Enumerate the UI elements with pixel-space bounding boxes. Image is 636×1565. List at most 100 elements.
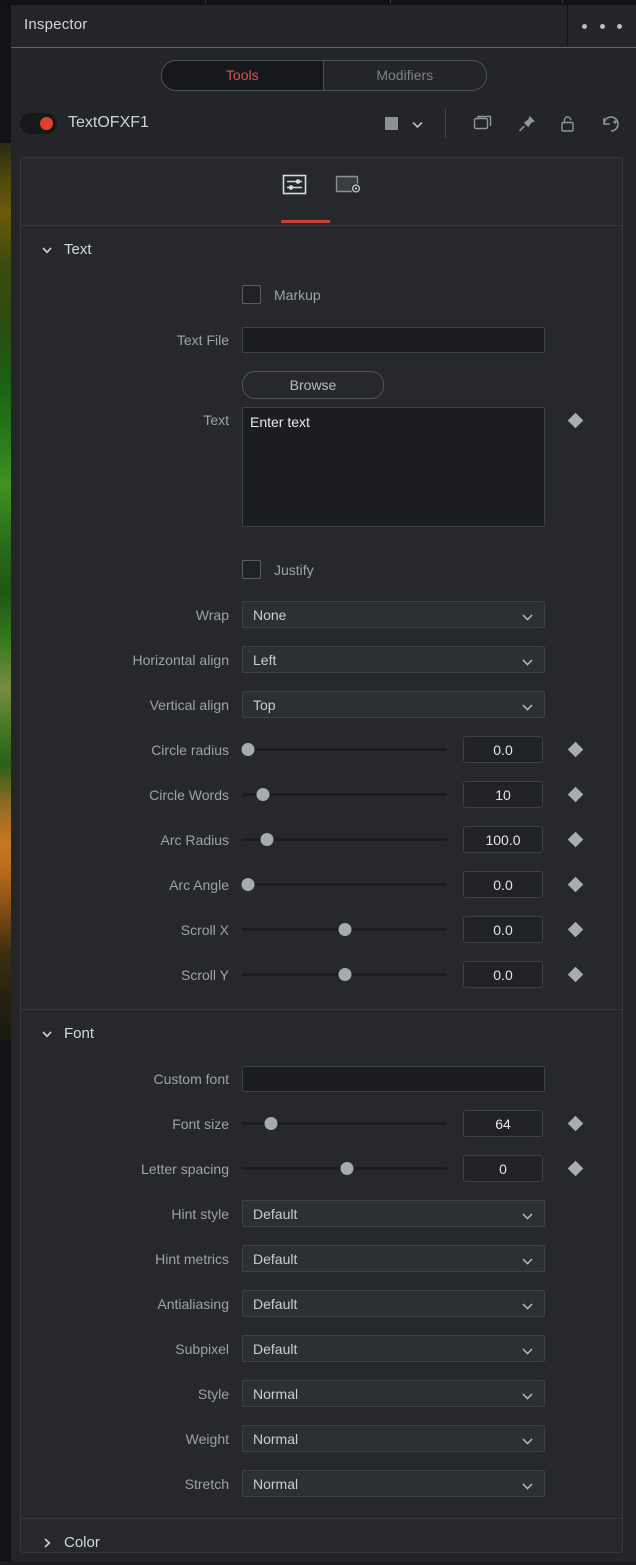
circle-radius-slider[interactable] [241,740,447,760]
arc-radius-slider[interactable] [242,830,447,850]
font-size-value[interactable]: 64 [463,1110,543,1137]
row-antialiasing: Antialiasing Default [21,1281,622,1326]
scroll-y-label: Scroll Y [181,966,229,983]
custom-font-label: Custom font [153,1070,229,1087]
stretch-label: Stretch [184,1475,229,1492]
hint-style-select[interactable]: Default [242,1200,545,1227]
horizontal-align-label: Horizontal align [132,651,230,668]
lock-icon[interactable] [558,114,578,139]
sliders-icon[interactable] [278,171,311,198]
antialiasing-select[interactable]: Default [242,1290,545,1317]
chevron-down-icon [521,1479,534,1497]
section-color: Color [21,1519,622,1565]
node-name: TextOFXF1 [68,114,149,131]
font-size-label: Font size [172,1115,229,1132]
font-size-keyframe-button[interactable] [567,1115,584,1132]
hint-metrics-label: Hint metrics [155,1250,229,1267]
row-letter-spacing: Letter spacing 0 [21,1146,622,1191]
chevron-down-icon[interactable] [410,117,425,137]
circle-words-slider[interactable] [242,785,447,805]
row-text-file: Text File [21,317,622,362]
circle-radius-keyframe-button[interactable] [567,741,584,758]
hint-metrics-select[interactable]: Default [242,1245,545,1272]
scroll-y-value[interactable]: 0.0 [463,961,543,988]
arc-radius-keyframe-button[interactable] [567,831,584,848]
row-style: Style Normal [21,1371,622,1416]
chevron-down-icon [521,700,534,718]
wrap-label: Wrap [195,606,229,623]
chevron-down-icon [521,1434,534,1452]
row-arc-radius: Arc Radius 100.0 [21,817,622,862]
scroll-y-keyframe-button[interactable] [567,966,584,983]
row-subpixel: Subpixel Default [21,1326,622,1371]
custom-font-input[interactable] [242,1065,545,1092]
letter-spacing-keyframe-button[interactable] [567,1160,584,1177]
row-circle-words: Circle Words 10 [21,772,622,817]
letter-spacing-label: Letter spacing [141,1160,229,1177]
circle-words-keyframe-button[interactable] [567,786,584,803]
row-scroll-x: Scroll X 0.0 [21,907,622,952]
chevron-down-icon [521,1209,534,1227]
tab-modifiers[interactable]: Modifiers [324,61,486,90]
circle-words-value[interactable]: 10 [463,781,543,808]
letter-spacing-slider[interactable] [242,1159,447,1179]
node-color-swatch[interactable] [385,117,398,130]
letter-spacing-value[interactable]: 0 [463,1155,543,1182]
style-label: Style [197,1385,229,1402]
row-weight: Weight Normal [21,1416,622,1461]
section-text: Text Markup Text File Browse Text Enter … [21,226,622,1010]
text-input[interactable]: Enter text [242,407,545,527]
subpixel-label: Subpixel [175,1340,229,1357]
row-custom-font: Custom font [21,1056,622,1101]
arc-radius-label: Arc Radius [160,831,229,848]
arc-angle-value[interactable]: 0.0 [463,871,543,898]
section-font-header[interactable]: Font [21,1010,622,1056]
chevron-down-icon [521,610,534,628]
wrap-select[interactable]: None [242,601,545,628]
reset-icon[interactable] [600,114,622,139]
more-options-icon[interactable] [582,20,622,32]
scroll-x-keyframe-button[interactable] [567,921,584,938]
weight-label: Weight [185,1430,229,1447]
tab-tools[interactable]: Tools [161,60,324,90]
subpixel-select[interactable]: Default [242,1335,545,1362]
inspector-window: Inspector Tools Modifiers TextOFXF1 Text… [0,0,636,1561]
stretch-select[interactable]: Normal [242,1470,545,1497]
text-keyframe-button[interactable] [567,412,584,429]
arc-angle-keyframe-button[interactable] [567,876,584,893]
font-size-slider[interactable] [242,1114,447,1134]
section-color-header[interactable]: Color [21,1519,622,1565]
chevron-down-icon [521,1299,534,1317]
text-label: Text [203,412,229,428]
row-arc-angle: Arc Angle 0.0 [21,862,622,907]
chevron-right-icon [41,1536,53,1548]
arc-radius-value[interactable]: 100.0 [463,826,543,853]
text-file-label: Text File [176,331,229,348]
arc-angle-label: Arc Angle [169,876,229,893]
arc-angle-slider[interactable] [241,875,447,895]
section-text-header[interactable]: Text [21,226,622,272]
chevron-down-icon [521,1389,534,1407]
style-select[interactable]: Normal [242,1380,545,1407]
vertical-align-label: Vertical align [149,696,229,713]
inspector-panel: Inspector Tools Modifiers TextOFXF1 Text… [11,5,636,1561]
scroll-y-slider[interactable] [242,965,447,985]
page-title: Inspector [24,16,88,33]
horizontal-align-select[interactable]: Left [242,646,545,673]
vertical-align-select[interactable]: Top [242,691,545,718]
section-font: Font Custom font Font size 64 Letter spa… [21,1010,622,1519]
node-enable-toggle[interactable] [20,113,57,134]
text-file-input[interactable] [242,326,545,353]
markup-checkbox[interactable] [242,285,261,304]
browse-button[interactable]: Browse [242,370,384,399]
row-font-size: Font size 64 [21,1101,622,1146]
pin-icon[interactable] [516,114,538,139]
justify-checkbox[interactable] [242,560,261,579]
circle-radius-value[interactable]: 0.0 [463,736,543,763]
chevron-down-icon [41,243,53,255]
copy-icon[interactable] [473,114,495,139]
settings-image-icon[interactable] [333,171,366,198]
scroll-x-slider[interactable] [242,920,447,940]
scroll-x-value[interactable]: 0.0 [463,916,543,943]
weight-select[interactable]: Normal [242,1425,545,1452]
